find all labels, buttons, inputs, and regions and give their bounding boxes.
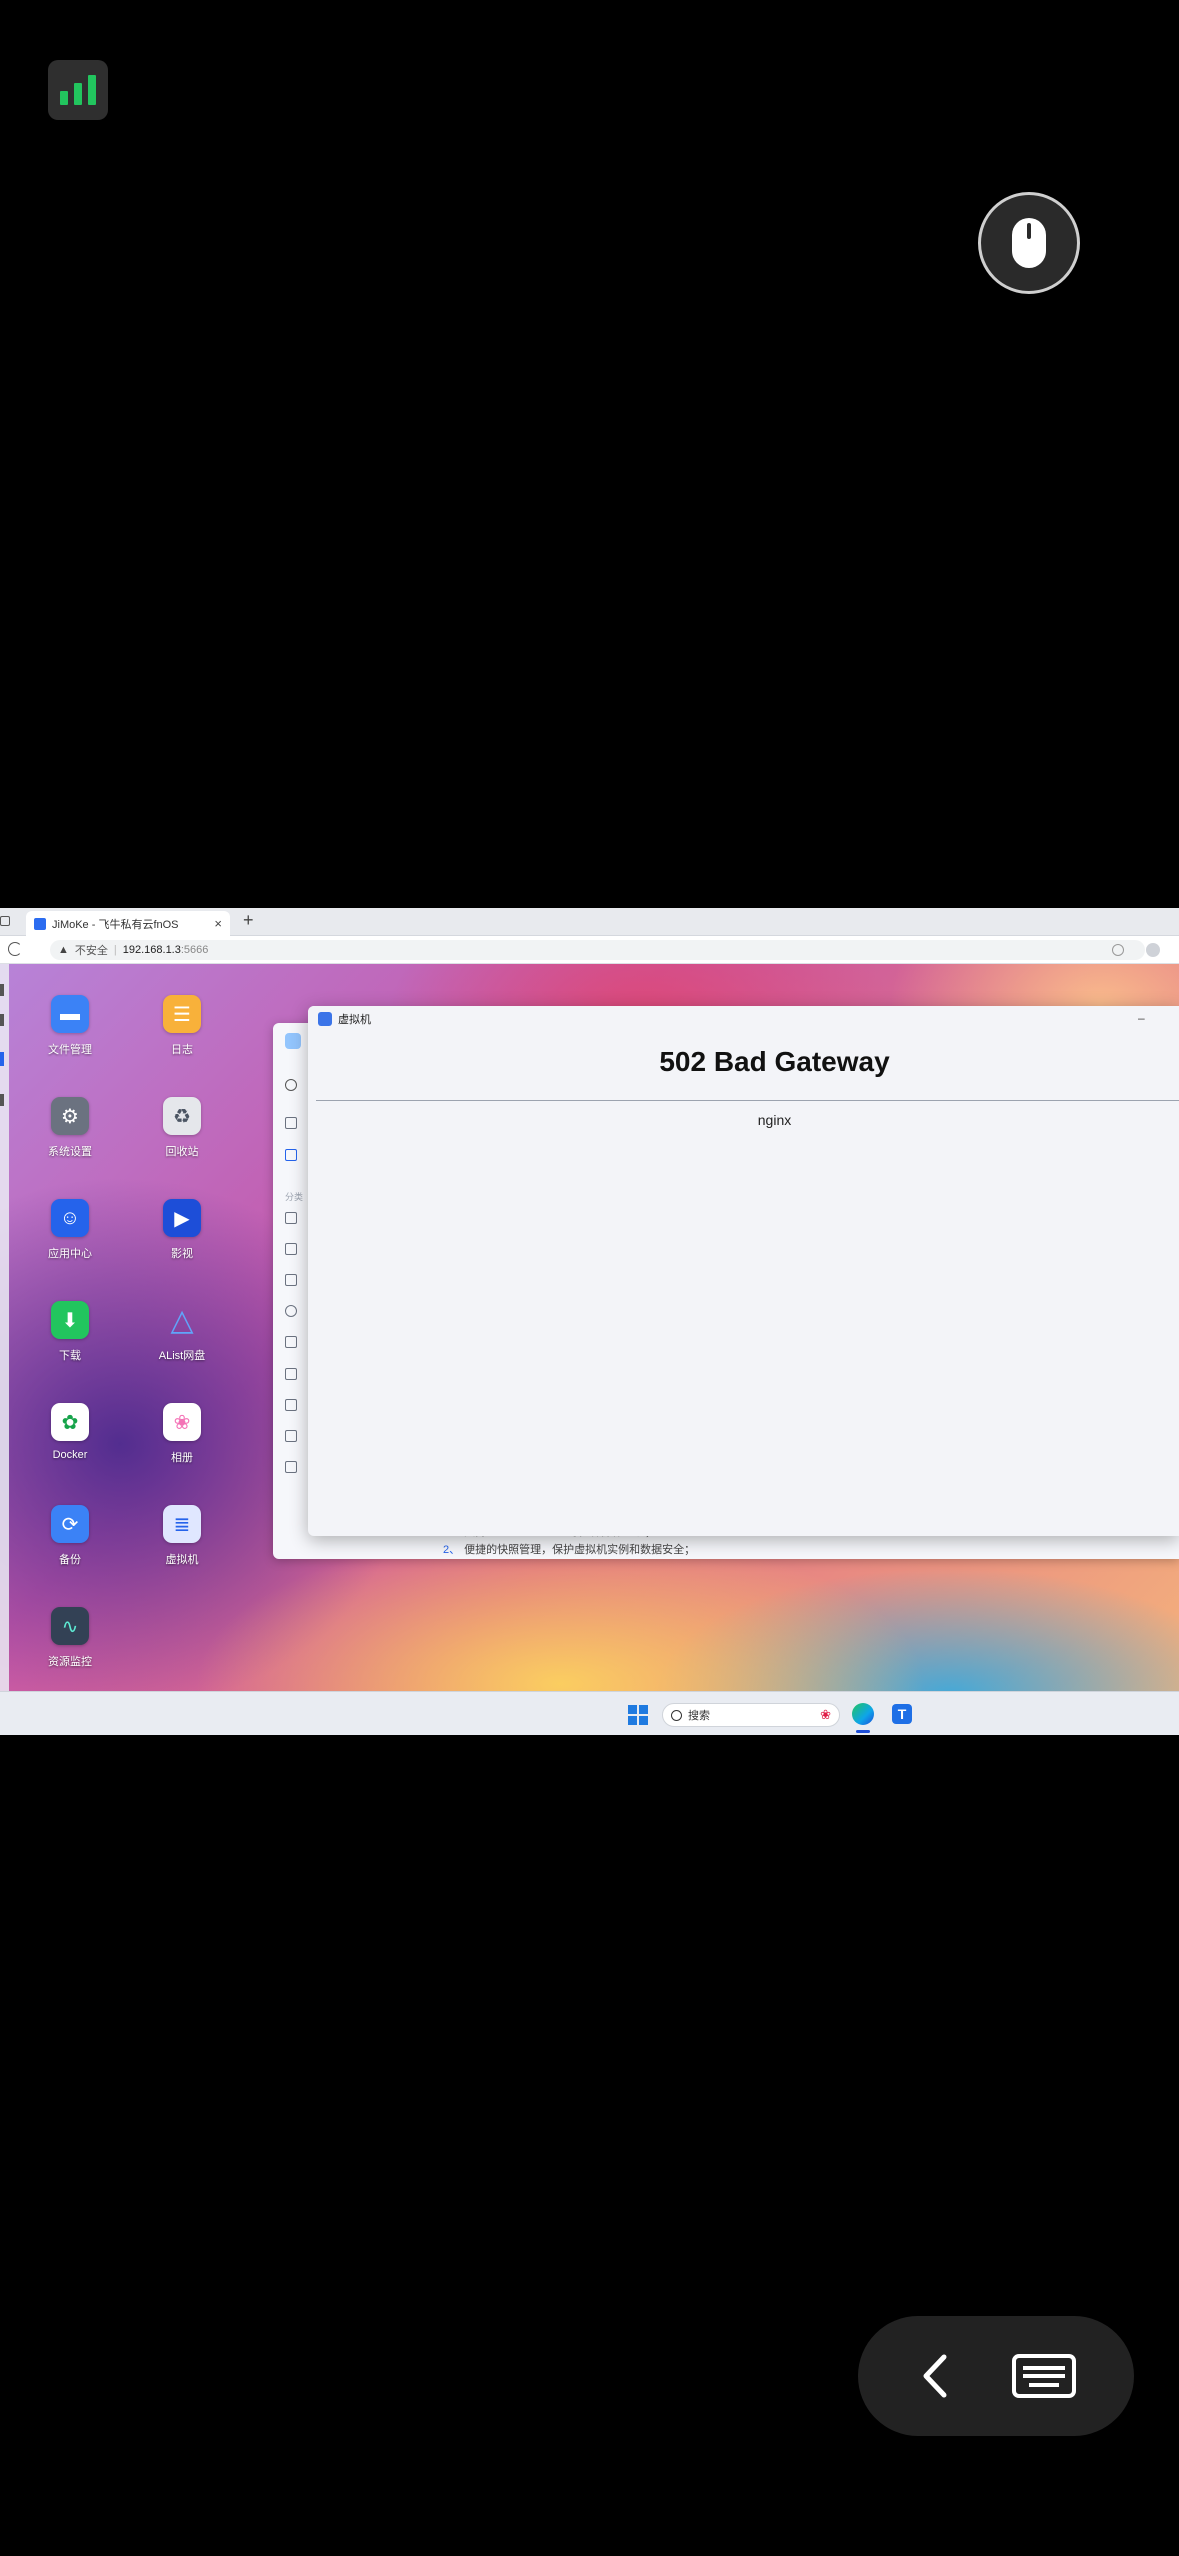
vm-window-titlebar[interactable]: 虚拟机 –	[308, 1006, 1179, 1032]
address-bar: ▲ 不安全 | 192.168.1.3:5666	[0, 936, 1179, 964]
app-center-logo-icon	[285, 1033, 301, 1049]
error-server: nginx	[757, 1112, 792, 1128]
recycle-icon: ♻	[163, 1097, 201, 1135]
app-store[interactable]: ☺ 应用中心	[20, 1199, 120, 1261]
tab-close-icon[interactable]: ×	[214, 916, 222, 931]
error-divider	[316, 1100, 1179, 1101]
app-alist[interactable]: △ AList网盘	[132, 1301, 232, 1363]
vm-window[interactable]: 虚拟机 – 502 Bad Gateway nginx	[308, 1006, 1179, 1536]
category-installed-icon[interactable]	[285, 1149, 297, 1161]
keyboard-icon[interactable]	[1011, 2353, 1077, 2399]
url-text: 192.168.1.3:5666	[123, 944, 209, 956]
log-icon: ☰	[163, 995, 201, 1033]
category-game-icon[interactable]	[285, 1430, 297, 1442]
download-icon: ⬇	[51, 1301, 89, 1339]
category-video-icon[interactable]	[285, 1212, 297, 1224]
url-host: 192.168.1.3	[122, 944, 181, 956]
warning-icon: ▲	[58, 944, 69, 956]
backup-icon: ⟳	[51, 1505, 89, 1543]
minimize-button[interactable]: –	[1138, 1011, 1145, 1025]
todesk-icon[interactable]: T	[892, 1704, 912, 1724]
error-title: 502 Bad Gateway	[659, 1046, 890, 1077]
category-storage-icon[interactable]	[285, 1336, 297, 1348]
vm-window-title: 虚拟机	[338, 1014, 371, 1026]
folder-icon: ▬	[51, 995, 89, 1033]
vm-icon: ≣	[163, 1505, 201, 1543]
profile-icon[interactable]	[1146, 943, 1160, 957]
windows-start-icon[interactable]	[628, 1705, 648, 1725]
bottom-controls	[858, 2316, 1134, 2436]
docker-icon: ✿	[51, 1403, 89, 1441]
new-tab-button[interactable]: +	[243, 910, 254, 931]
taskbar-search-text: 搜索	[688, 1710, 710, 1722]
tab-title: JiMoKe - 飞牛私有云fnOS	[52, 918, 179, 931]
left-dock	[0, 964, 9, 1691]
windows-taskbar: 搜索 ❀ T	[0, 1691, 1179, 1735]
search-icon	[671, 1709, 682, 1721]
browser-tab-bar: JiMoKe - 飞牛私有云fnOS × +	[0, 908, 1179, 936]
store-icon: ☺	[51, 1199, 89, 1237]
app-photos[interactable]: ❀ 相册	[132, 1403, 232, 1465]
search-icon[interactable]	[285, 1079, 297, 1091]
photos-icon: ❀	[163, 1403, 201, 1441]
category-home-icon[interactable]	[285, 1368, 297, 1380]
search-highlight-icon: ❀	[820, 1707, 831, 1722]
window-menu-icon[interactable]	[0, 916, 10, 926]
app-backup[interactable]: ⟳ 备份	[20, 1505, 120, 1567]
app-file-manager[interactable]: ▬ 文件管理	[20, 995, 120, 1057]
reload-icon[interactable]	[8, 942, 22, 956]
gear-icon: ⚙	[51, 1097, 89, 1135]
category-download-icon[interactable]	[285, 1274, 297, 1286]
alist-icon: △	[170, 1303, 194, 1337]
app-logs[interactable]: ☰ 日志	[132, 995, 232, 1057]
video-icon: ▶	[163, 1199, 201, 1237]
mouse-icon	[1012, 218, 1046, 268]
category-office-icon[interactable]	[285, 1399, 297, 1411]
category-sync-icon[interactable]	[285, 1305, 297, 1317]
edge-browser-icon[interactable]	[852, 1703, 874, 1725]
remote-screen[interactable]: JiMoKe - 飞牛私有云fnOS × + ▲ 不安全 | 192.168.1…	[0, 908, 1179, 1826]
category-all-icon[interactable]	[285, 1117, 297, 1129]
mouse-mode-button[interactable]	[978, 192, 1080, 294]
back-button[interactable]	[916, 2351, 956, 2401]
url-port: :5666	[180, 944, 209, 956]
signal-strength-icon	[48, 60, 108, 120]
monitor-icon: ∿	[51, 1607, 89, 1645]
app-resource-monitor[interactable]: ∿ 资源监控	[20, 1607, 120, 1669]
app-video[interactable]: ▶ 影视	[132, 1199, 232, 1261]
app-settings[interactable]: ⚙ 系统设置	[20, 1097, 120, 1159]
category-photo-icon[interactable]	[285, 1243, 297, 1255]
category-tools-icon[interactable]	[285, 1461, 297, 1473]
app-docker[interactable]: ✿ Docker	[20, 1403, 120, 1461]
desc-line: 2、 便捷的快照管理，保护虚拟机实例和数据安全；	[443, 1544, 696, 1556]
url-field[interactable]: ▲ 不安全 | 192.168.1.3:5666	[50, 940, 1145, 960]
vm-icon	[318, 1012, 332, 1026]
favicon-icon	[34, 917, 46, 930]
category-section-label: 分类	[285, 1192, 304, 1202]
taskbar-search[interactable]: 搜索 ❀	[662, 1703, 840, 1727]
screen-bottom-area	[0, 1735, 1179, 1826]
app-recycle-bin[interactable]: ♻ 回收站	[132, 1097, 232, 1159]
app-download[interactable]: ⬇ 下载	[20, 1301, 120, 1363]
browser-tab[interactable]: JiMoKe - 飞牛私有云fnOS ×	[26, 911, 230, 936]
key-icon[interactable]	[1112, 944, 1124, 956]
app-vm[interactable]: ≣ 虚拟机	[132, 1505, 232, 1567]
security-label: 不安全	[74, 945, 108, 957]
